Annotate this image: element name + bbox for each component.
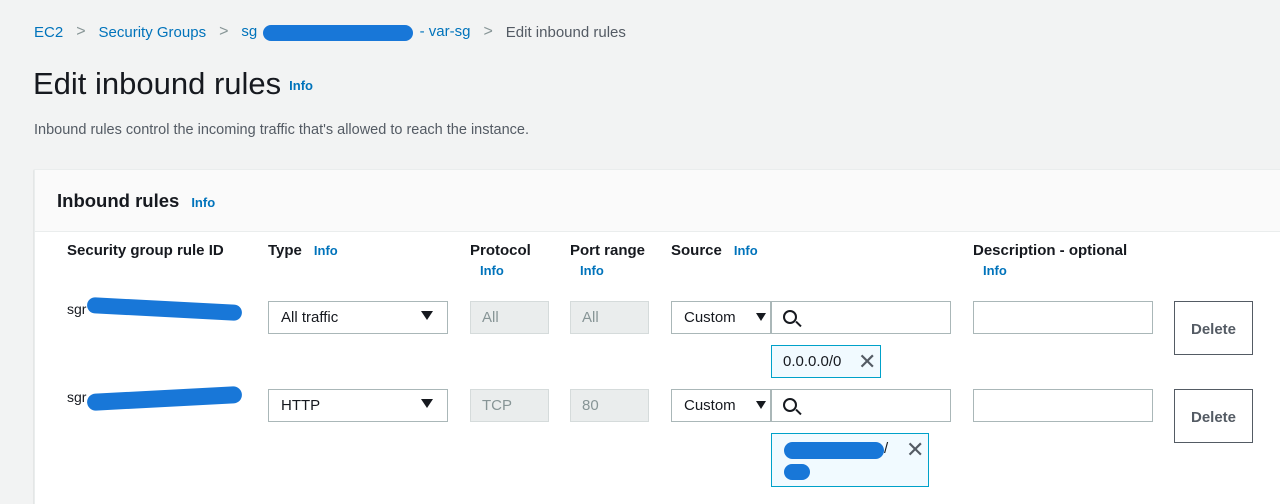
source-token-2-text: / [884,440,889,457]
search-icon [783,310,797,324]
search-icon [783,398,797,412]
source-type-select-2-value: Custom [684,397,736,414]
rule-id-2: sgr [67,385,243,412]
source-type-select-2[interactable]: Custom [671,389,771,422]
breadcrumb-ec2[interactable]: EC2 [34,24,63,41]
description-input-2[interactable] [973,389,1153,422]
source-token-1-text: 0.0.0.0/0 [783,353,842,370]
protocol-field-1: All [470,301,549,334]
source-search-1[interactable] [771,301,951,334]
description-input-1[interactable] [973,301,1153,334]
caret-down-icon [421,311,433,320]
col-header-description-text: Description - optional [973,242,1128,259]
close-icon[interactable]: ✕ [858,351,876,373]
col-header-type: Type Info [268,242,338,259]
panel-info-link[interactable]: Info [191,195,215,210]
type-select-2[interactable]: HTTP [268,389,448,422]
rule-id-2-text: sgr [67,389,87,405]
protocol-info-link[interactable]: Info [480,263,531,278]
col-header-protocol-text: Protocol [470,242,531,259]
col-header-source-text: Source [671,242,722,259]
protocol-field-2: TCP [470,389,549,422]
col-header-type-text: Type [268,242,302,259]
page-title: Edit inbound rules Info [33,66,313,102]
breadcrumb-security-groups[interactable]: Security Groups [99,24,207,41]
panel-title-text: Inbound rules [57,190,180,211]
type-select-1[interactable]: All traffic [268,301,448,334]
chevron-right-icon: > [219,23,229,40]
source-token-1: 0.0.0.0/0 ✕ [771,345,881,378]
panel-title: Inbound rules Info [57,190,215,212]
source-search-2[interactable] [771,389,951,422]
col-header-port-range: Port range Info [570,242,645,278]
type-info-link[interactable]: Info [314,243,338,258]
source-search-2-input[interactable] [804,396,944,416]
col-header-port-range-text: Port range [570,242,646,259]
source-info-link[interactable]: Info [734,243,758,258]
panel-header: Inbound rules Info [35,170,1280,232]
caret-down-icon [421,399,433,408]
col-header-rule-id: Security group rule ID [67,242,224,259]
delete-rule-1-button[interactable]: Delete [1174,301,1253,355]
redaction-mark [263,24,414,41]
breadcrumb-current: Edit inbound rules [505,23,626,41]
port-range-field-2: 80 [570,389,649,422]
rule-id-1: sgr [67,296,243,322]
page-description: Inbound rules control the incoming traff… [34,122,529,138]
description-info-link[interactable]: Info [983,263,1127,278]
port-range-field-1: All [570,301,649,334]
close-icon[interactable]: ✕ [906,439,924,461]
redaction-mark [86,385,243,412]
port-range-info-link[interactable]: Info [580,263,645,278]
delete-rule-2-button[interactable]: Delete [1174,389,1253,443]
col-header-rule-id-text: Security group rule ID [67,242,224,259]
caret-down-icon [756,313,766,321]
redaction-mark [784,464,810,480]
type-select-2-value: HTTP [281,397,321,414]
page-title-text: Edit inbound rules [33,66,282,101]
inbound-rules-panel: Inbound rules Info Security group rule ID… [34,169,1280,504]
source-search-1-input[interactable] [804,308,944,328]
col-header-protocol: Protocol Info [470,242,531,278]
breadcrumb: EC2 > Security Groups > sg - var-sg > Ed… [34,22,626,42]
chevron-right-icon: > [483,23,493,40]
breadcrumb-sg-suffix: - var-sg [419,23,471,41]
caret-down-icon [756,401,766,409]
chevron-right-icon: > [76,23,86,40]
col-header-description: Description - optional Info [973,242,1127,278]
redaction-mark [86,296,243,322]
type-select-1-value: All traffic [281,309,339,326]
source-type-select-1[interactable]: Custom [671,301,771,334]
source-type-select-1-value: Custom [684,309,736,326]
breadcrumb-security-group[interactable]: sg - var-sg [241,23,471,41]
redaction-mark [784,442,884,459]
source-token-2: / ✕ [771,433,929,487]
col-header-source: Source Info [671,242,758,259]
breadcrumb-sg-prefix: sg [241,23,258,41]
page-title-info-link[interactable]: Info [289,78,313,93]
rule-id-1-text: sgr [67,301,87,317]
